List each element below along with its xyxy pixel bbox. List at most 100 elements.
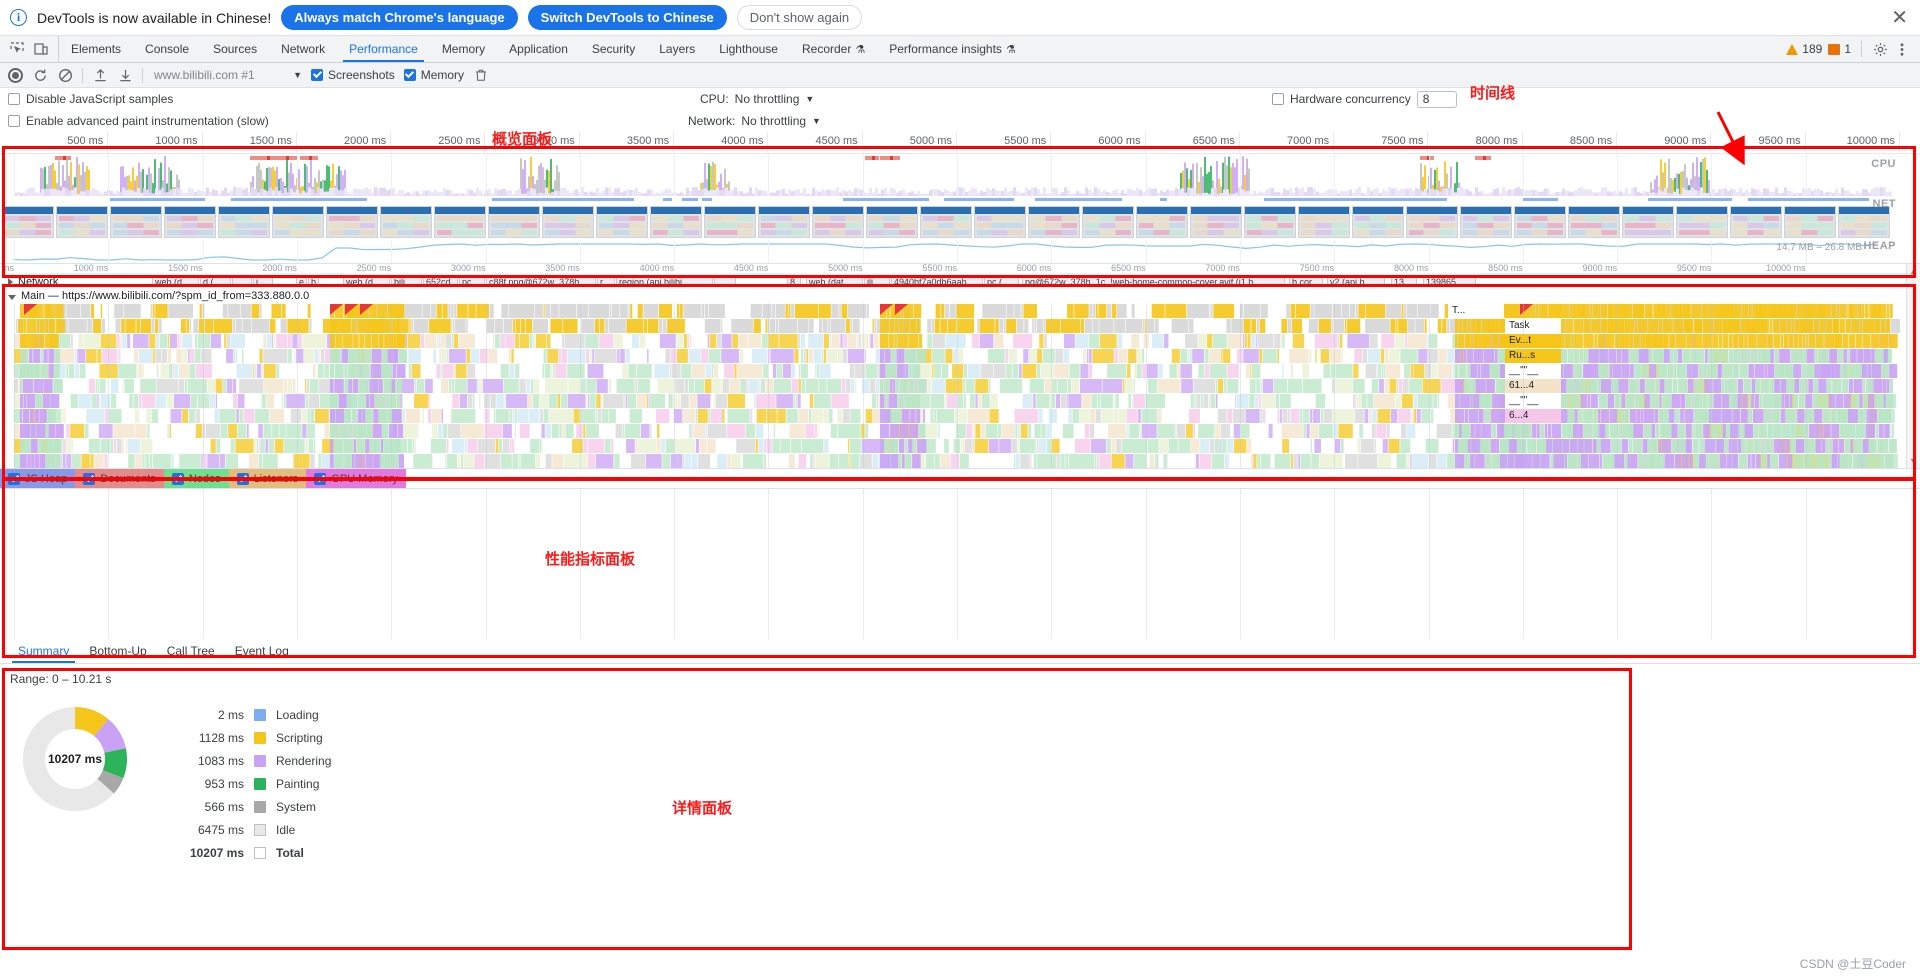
tab-memory[interactable]: Memory bbox=[430, 36, 497, 62]
filmstrip-frame[interactable] bbox=[1730, 206, 1782, 238]
filmstrip-frame[interactable] bbox=[56, 206, 108, 238]
tab-elements[interactable]: Elements bbox=[59, 36, 133, 62]
flame-chart-canvas[interactable] bbox=[0, 303, 1915, 469]
advanced-paint-checkbox[interactable]: Enable advanced paint instrumentation (s… bbox=[8, 114, 269, 128]
filmstrip-frame[interactable] bbox=[920, 206, 972, 238]
save-profile-icon[interactable] bbox=[117, 67, 133, 83]
network-throttling-control[interactable]: Network: No throttling ▼ bbox=[688, 114, 821, 128]
filmstrip-frame[interactable] bbox=[1136, 206, 1188, 238]
close-icon[interactable]: ✕ bbox=[1891, 8, 1908, 28]
filmstrip-frame[interactable] bbox=[1838, 206, 1890, 238]
filmstrip-frame[interactable] bbox=[1460, 206, 1512, 238]
filmstrip-frame[interactable] bbox=[1244, 206, 1296, 238]
filmstrip-frame[interactable] bbox=[110, 206, 162, 238]
scroll-down-icon[interactable]: ▼ bbox=[1909, 456, 1918, 466]
filmstrip-frame[interactable] bbox=[650, 206, 702, 238]
network-request-chip[interactable]: c88f.png@672w_378h bbox=[486, 276, 596, 287]
filmstrip-frame[interactable] bbox=[542, 206, 594, 238]
network-request-chip[interactable]: b.cor bbox=[1289, 276, 1323, 287]
tab-console[interactable]: Console bbox=[133, 36, 201, 62]
kebab-menu-icon[interactable] bbox=[1894, 41, 1910, 57]
filmstrip-frame[interactable] bbox=[974, 206, 1026, 238]
counter-toggle-gpu-memory[interactable]: GPU Memory bbox=[306, 469, 406, 488]
scroll-up-icon[interactable]: ▲ bbox=[1909, 266, 1918, 276]
filmstrip-frame[interactable] bbox=[812, 206, 864, 238]
flame-chart-label[interactable]: 6...4 bbox=[1505, 409, 1561, 423]
network-request-chip[interactable]: bili... bbox=[391, 276, 422, 287]
tab-sources[interactable]: Sources bbox=[201, 36, 269, 62]
flame-chart-pane[interactable]: 500 ms 1000 ms 1500 ms 2000 ms 2500 ms 3000 m… bbox=[0, 264, 1920, 469]
inspect-cursor-icon[interactable] bbox=[9, 41, 25, 57]
network-request-chip[interactable]: web (d... bbox=[152, 276, 199, 287]
disable-js-samples-checkbox[interactable]: Disable JavaScript samples bbox=[8, 92, 173, 106]
network-request-chip[interactable]: 4940bf7a0db6aab bbox=[891, 276, 983, 287]
network-request-chip[interactable]: web (dat... bbox=[806, 276, 863, 287]
network-request-chip[interactable]: ili... bbox=[864, 276, 890, 287]
overview-cpu-track[interactable] bbox=[0, 154, 1920, 196]
always-match-language-button[interactable]: Always match Chrome's language bbox=[281, 5, 518, 30]
tab-network[interactable]: Network bbox=[269, 36, 337, 62]
network-request-chip[interactable]: region (api.bilibi... bbox=[616, 276, 713, 287]
gear-icon[interactable] bbox=[1872, 41, 1888, 57]
filmstrip-frame[interactable] bbox=[1028, 206, 1080, 238]
network-request-chip[interactable]: ... bbox=[232, 276, 252, 287]
summary-legend-row[interactable]: 10207 ms Total bbox=[164, 844, 331, 862]
filmstrip-frame[interactable] bbox=[1784, 206, 1836, 238]
main-thread-flame-chart[interactable]: T... Task Ev...t Ru...s __""__ 61...4 __""__ 6.… bbox=[0, 303, 1920, 469]
switch-devtools-language-button[interactable]: Switch DevTools to Chinese bbox=[527, 5, 727, 30]
filmstrip-frame[interactable] bbox=[488, 206, 540, 238]
tab-event-log[interactable]: Event Log bbox=[225, 639, 299, 663]
filmstrip-frame[interactable] bbox=[704, 206, 756, 238]
screenshots-checkbox[interactable]: Screenshots bbox=[311, 68, 395, 82]
memory-counters-graph[interactable] bbox=[0, 489, 1920, 639]
filmstrip-frame[interactable] bbox=[758, 206, 810, 238]
network-request-chip[interactable]: ... bbox=[714, 276, 736, 287]
filmstrip-frame[interactable] bbox=[434, 206, 486, 238]
network-track-header[interactable]: Network web (d... d (...... i... e b web (d..… bbox=[0, 275, 1920, 289]
tab-performance[interactable]: Performance bbox=[337, 36, 430, 62]
summary-legend-row[interactable]: 566 ms System bbox=[164, 798, 331, 816]
warning-count-badge[interactable]: 189 bbox=[1786, 42, 1822, 56]
filmstrip-frame[interactable] bbox=[1622, 206, 1674, 238]
flame-chart-label[interactable]: Ev...t bbox=[1505, 334, 1561, 348]
summary-legend-row[interactable]: 6475 ms Idle bbox=[164, 821, 331, 839]
filmstrip-frame[interactable] bbox=[866, 206, 918, 238]
network-request-chip[interactable]: v2 (api.b... bbox=[1327, 276, 1385, 287]
tab-layers[interactable]: Layers bbox=[647, 36, 707, 62]
network-request-chip[interactable]: pc... bbox=[459, 276, 485, 287]
flame-chart-label[interactable]: Task bbox=[1505, 319, 1561, 333]
dont-show-again-button[interactable]: Don't show again bbox=[736, 5, 863, 30]
filmstrip-frame[interactable] bbox=[1082, 206, 1134, 238]
hardware-concurrency-input[interactable]: 8 bbox=[1416, 90, 1457, 108]
network-request-chip[interactable]: 13... bbox=[1391, 276, 1417, 287]
tab-lighthouse[interactable]: Lighthouse bbox=[707, 36, 790, 62]
tab-application[interactable]: Application bbox=[497, 36, 580, 62]
flame-chart-label[interactable]: __""__ bbox=[1505, 394, 1561, 408]
device-toolbar-icon[interactable] bbox=[33, 41, 49, 57]
overview-heap-track[interactable] bbox=[0, 240, 1920, 263]
filmstrip-frame[interactable] bbox=[1406, 206, 1458, 238]
flame-chart-scrollbar[interactable]: ▲ ▼ bbox=[1906, 264, 1920, 468]
network-request-chip[interactable]: i... bbox=[253, 276, 273, 287]
filmstrip-frame[interactable] bbox=[326, 206, 378, 238]
filmstrip-frame[interactable] bbox=[218, 206, 270, 238]
network-request-chip[interactable]: b bbox=[308, 276, 319, 287]
summary-legend-row[interactable]: 2 ms Loading bbox=[164, 706, 331, 724]
flame-chart-label[interactable]: 61...4 bbox=[1505, 379, 1561, 393]
memory-checkbox[interactable]: Memory bbox=[403, 68, 464, 82]
network-request-chip[interactable]: r... bbox=[597, 276, 615, 287]
counter-toggle-listeners[interactable]: Listeners bbox=[228, 469, 307, 488]
filmstrip-frame[interactable] bbox=[272, 206, 324, 238]
counter-toggle-documents[interactable]: Documents bbox=[75, 469, 164, 488]
chevron-down-icon[interactable] bbox=[8, 294, 16, 300]
recording-selector[interactable]: www.bilibili.com #1 ▼ bbox=[152, 68, 302, 82]
record-button[interactable] bbox=[8, 67, 23, 83]
counter-toggle-js-heap[interactable]: JS Heap bbox=[0, 469, 76, 488]
flame-chart-label[interactable]: __""__ bbox=[1505, 364, 1561, 378]
filmstrip-frame[interactable] bbox=[596, 206, 648, 238]
tab-summary[interactable]: Summary bbox=[8, 639, 79, 663]
counter-toggle-nodes[interactable]: Nodes bbox=[163, 469, 229, 488]
filmstrip-frame[interactable] bbox=[2, 206, 54, 238]
network-request-chip[interactable]: 652cd bbox=[423, 276, 458, 287]
flame-chart-label[interactable]: Ru...s bbox=[1505, 349, 1561, 363]
